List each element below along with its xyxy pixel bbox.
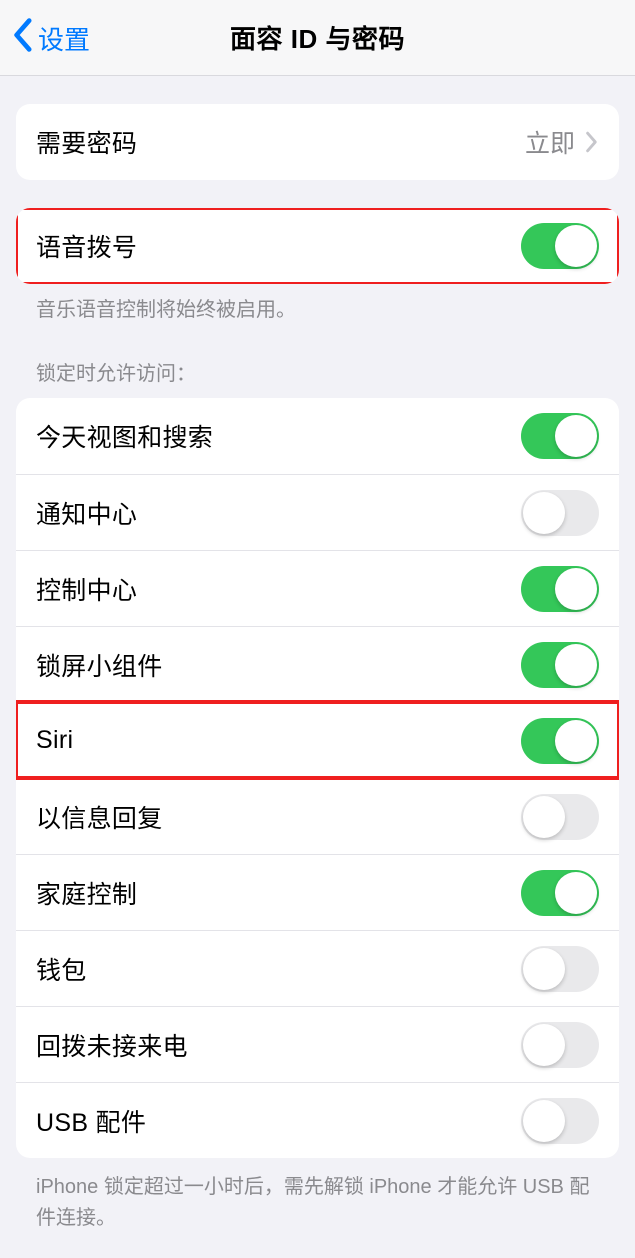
passcode-group: 需要密码 立即 [16,104,619,180]
page-title: 面容 ID 与密码 [230,19,405,56]
lock-access-item-toggle[interactable] [521,642,599,688]
voice-dial-label: 语音拨号 [36,228,137,264]
lock-access-item-toggle[interactable] [521,413,599,459]
back-button[interactable]: 设置 [8,0,90,76]
lock-access-item-label: USB 配件 [36,1103,146,1139]
lock-access-item-toggle[interactable] [521,718,599,764]
lock-access-row: 钱包 [16,930,619,1006]
voice-dial-toggle[interactable] [521,223,599,269]
lock-access-item-label: Siri [36,726,73,755]
lock-access-header: 锁定时允许访问： [16,325,619,386]
lock-access-item-toggle[interactable] [521,1098,599,1144]
voice-dial-group: 语音拨号 [16,208,619,284]
lock-access-item-toggle[interactable] [521,946,599,992]
lock-access-item-label: 以信息回复 [36,799,163,835]
chevron-right-icon [585,131,599,153]
lock-access-item-label: 今天视图和搜索 [36,418,213,454]
back-label: 设置 [38,20,90,57]
chevron-left-icon [8,17,36,60]
lock-access-row: Siri [16,702,619,778]
lock-access-row: 以信息回复 [16,778,619,854]
lock-access-row: 控制中心 [16,550,619,626]
lock-access-item-label: 锁屏小组件 [36,647,163,683]
lock-access-item-toggle[interactable] [521,794,599,840]
lock-access-footer: iPhone 锁定超过一小时后，需先解锁 iPhone 才能允许 USB 配件连… [16,1158,619,1234]
lock-access-group: 今天视图和搜索通知中心控制中心锁屏小组件 Siri 以信息回复家庭控制钱包回拨未接来… [16,398,619,1158]
lock-access-row: 今天视图和搜索 [16,398,619,474]
lock-access-item-toggle[interactable] [521,490,599,536]
lock-access-row: 家庭控制 [16,854,619,930]
require-passcode-value: 立即 [525,124,575,160]
lock-access-item-toggle[interactable] [521,566,599,612]
require-passcode-label: 需要密码 [36,124,137,160]
require-passcode-row[interactable]: 需要密码 立即 [16,104,619,180]
lock-access-item-label: 家庭控制 [36,875,137,911]
lock-access-item-label: 通知中心 [36,495,137,531]
lock-access-item-toggle[interactable] [521,870,599,916]
lock-access-item-label: 控制中心 [36,571,137,607]
lock-access-item-label: 钱包 [36,951,87,987]
nav-bar: 设置 面容 ID 与密码 [0,0,635,76]
lock-access-item-label: 回拨未接来电 [36,1027,188,1063]
voice-dial-footer: 音乐语音控制将始终被启用。 [16,284,619,325]
lock-access-row: 锁屏小组件 [16,626,619,702]
lock-access-item-toggle[interactable] [521,1022,599,1068]
lock-access-row: 通知中心 [16,474,619,550]
lock-access-row: 回拨未接来电 [16,1006,619,1082]
voice-dial-row: 语音拨号 [16,208,619,284]
lock-access-row: USB 配件 [16,1082,619,1158]
